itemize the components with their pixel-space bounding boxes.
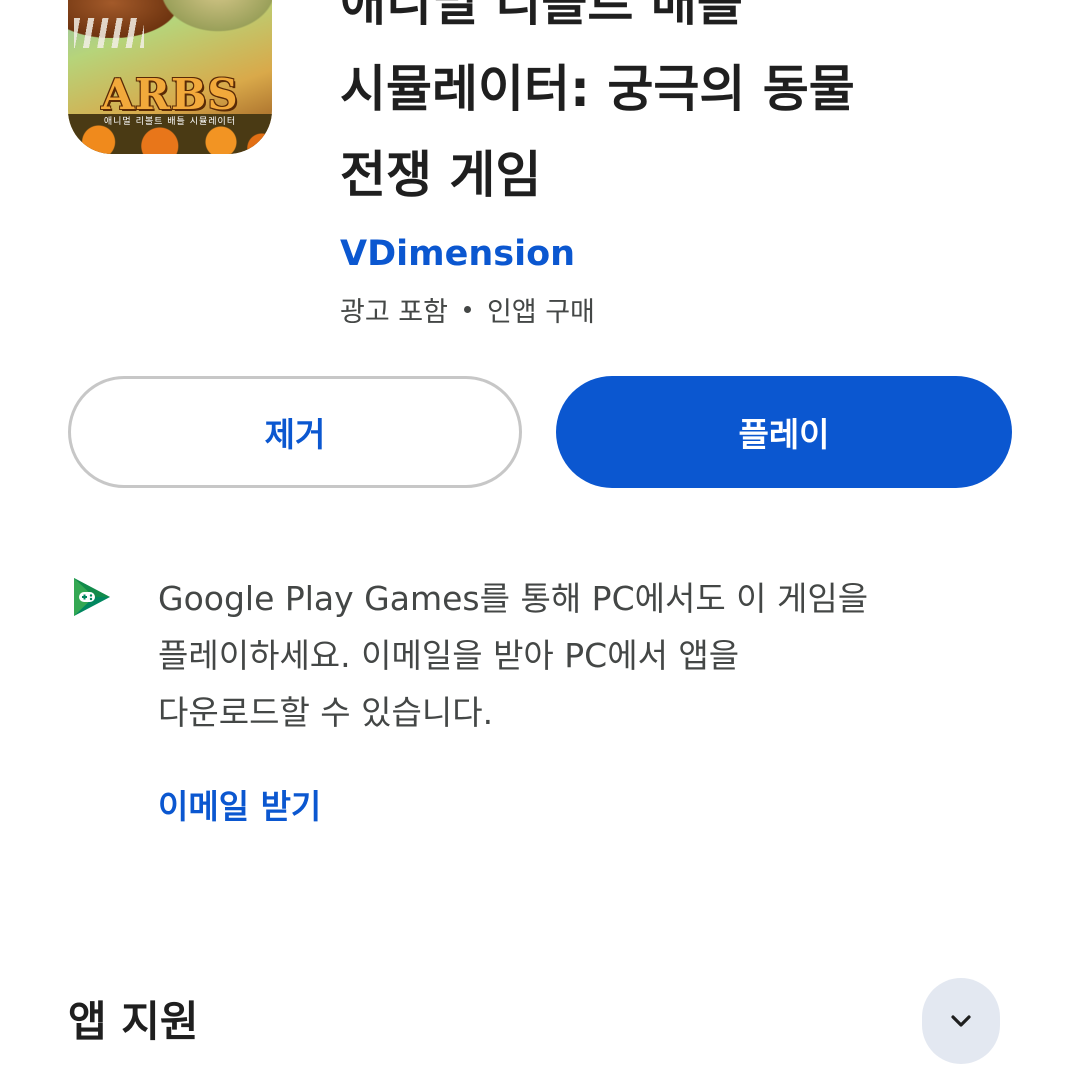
google-play-games-icon (74, 578, 110, 616)
app-support-title: 앱 지원 (68, 997, 199, 1046)
pc-promo-line: Google Play Games를 통해 PC에서도 이 게임을 (158, 579, 869, 618)
developer-link[interactable]: VDimension (340, 234, 575, 274)
get-email-link[interactable]: 이메일 받기 (158, 780, 321, 828)
in-app-purchases-label: 인앱 구매 (486, 297, 595, 328)
app-title-line: 시뮬레이터: 궁극의 동물 (340, 60, 855, 118)
app-icon-subtitle: 애니멀 리볼트 배틀 시뮬레이터 (103, 117, 237, 127)
uninstall-button[interactable]: 제거 (68, 376, 522, 488)
app-title-line: 애니멀 리볼트 배틀 (340, 0, 743, 32)
pc-promo-line: 다운로드할 수 있습니다. (158, 693, 494, 732)
app-title-line: 전쟁 게임 (340, 146, 542, 204)
app-support-expand-button[interactable] (922, 978, 1000, 1064)
app-title: 애니멀 리볼트 배틀 시뮬레이터: 궁극의 동물 전쟁 게임 (340, 0, 1040, 218)
app-meta: 광고 포함 인앱 구매 (340, 290, 595, 329)
chevron-down-icon (951, 1015, 971, 1027)
play-button[interactable]: 플레이 (556, 376, 1012, 488)
contains-ads-label: 광고 포함 (340, 297, 448, 328)
dinosaur-right-graphic (152, 0, 272, 38)
app-icon-logo: ARBS (101, 70, 239, 119)
separator-dot (463, 306, 471, 313)
pc-promo-line: 플레이하세요. 이메일을 받아 PC에서 앱을 (158, 636, 740, 675)
claw-graphic (74, 18, 144, 48)
app-icon[interactable]: ARBS 애니멀 리볼트 배틀 시뮬레이터 (68, 0, 272, 154)
app-details-page: ARBS 애니멀 리볼트 배틀 시뮬레이터 애니멀 리볼트 배틀 시뮬레이터: … (0, 0, 1080, 1080)
pc-promo-text: Google Play Games를 통해 PC에서도 이 게임을 플레이하세요… (158, 570, 978, 741)
